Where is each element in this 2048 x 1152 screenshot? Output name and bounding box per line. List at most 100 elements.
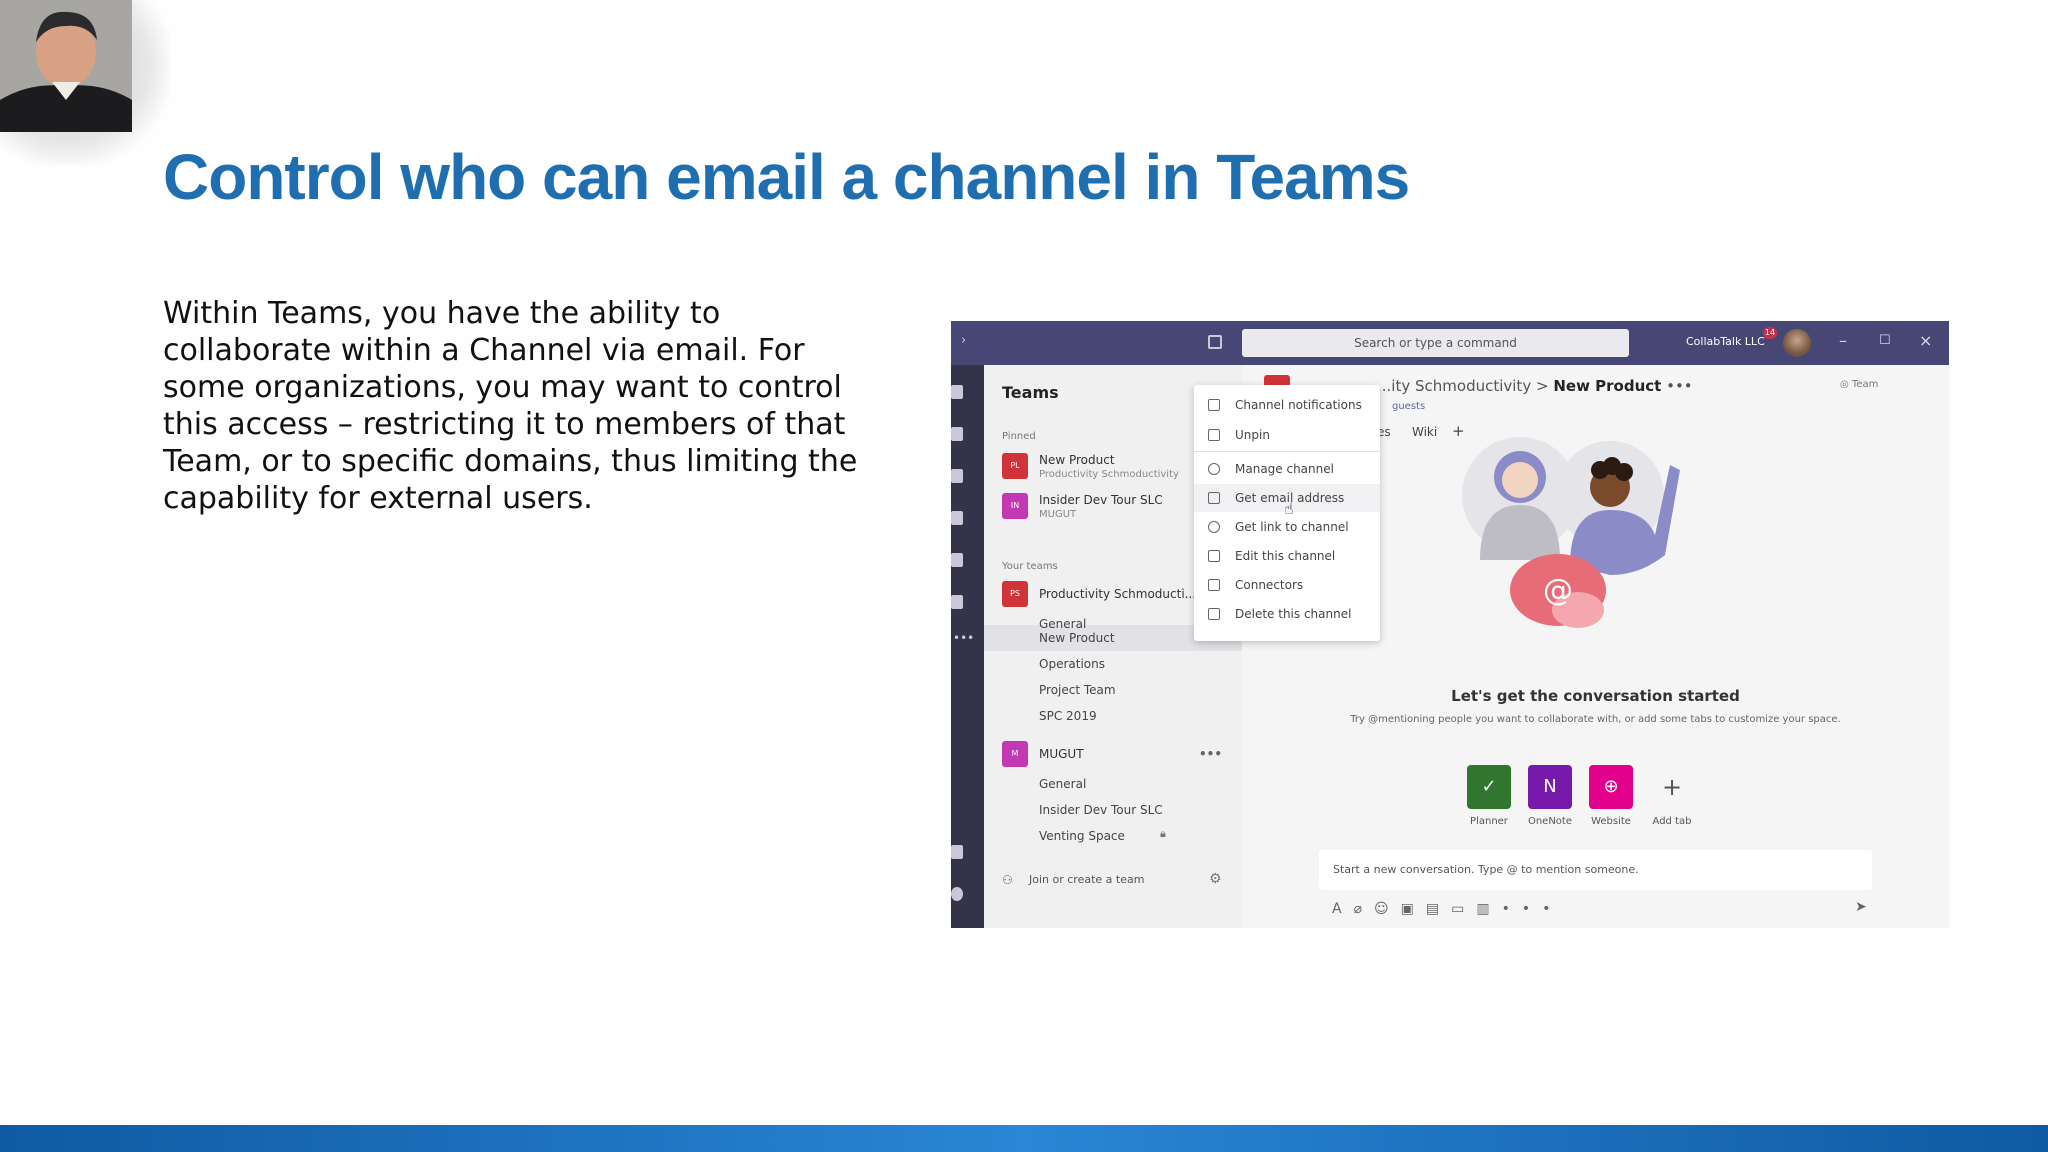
menu-item-edit-channel[interactable]: Edit this channel (1194, 542, 1380, 570)
convo-subtitle: Try @mentioning people you want to colla… (1350, 714, 1841, 725)
more-apps-icon[interactable]: ••• (953, 631, 974, 645)
website-icon[interactable]: ⊕ (1589, 765, 1633, 809)
compose-icon[interactable] (1208, 335, 1222, 349)
app-label-onenote: OneNote (1527, 816, 1573, 827)
menu-item-connectors[interactable]: Connectors (1194, 571, 1380, 599)
calls-icon[interactable] (951, 553, 963, 567)
footer-bar (0, 1125, 2048, 1152)
team-button[interactable]: ◎ Team (1840, 379, 1878, 390)
slide: Control who can email a channel in Teams… (0, 0, 2048, 1152)
add-tab-icon[interactable]: + (1650, 765, 1694, 809)
stream-icon[interactable]: ▥ (1476, 901, 1501, 917)
meet-icon[interactable]: ▭ (1451, 901, 1476, 917)
team-productivity[interactable]: Productivity Schmoducti... (1039, 587, 1196, 601)
channel-header-team[interactable]: ...ity Schmoductivity (1377, 377, 1531, 395)
panel-title: Teams (1002, 383, 1059, 402)
menu-item-delete-channel[interactable]: Delete this channel (1194, 600, 1380, 628)
mouse-cursor-icon: ☝ (1284, 499, 1294, 518)
activity-icon[interactable] (951, 385, 963, 399)
help-icon[interactable] (951, 887, 963, 901)
slide-body-text: Within Teams, you have the ability to co… (163, 296, 858, 516)
attach-icon[interactable]: ⌀ (1354, 901, 1374, 917)
channel-insider-dev-tour[interactable]: Insider Dev Tour SLC (1039, 803, 1163, 817)
avatar[interactable] (1783, 329, 1811, 357)
lock-icon: 🔒︎ (1160, 827, 1166, 840)
planner-icon[interactable]: ✓ (1467, 765, 1511, 809)
channel-project-team[interactable]: Project Team (1039, 683, 1116, 697)
convo-title: Let's get the conversation started (1451, 687, 1740, 705)
team-avatar: PS (1002, 581, 1028, 607)
link-icon (1208, 521, 1220, 533)
chevron-right-icon: › (961, 333, 967, 348)
onenote-icon[interactable]: N (1528, 765, 1572, 809)
team-mugut[interactable]: MUGUT (1039, 747, 1084, 761)
eye-icon: ◎ (1840, 379, 1852, 390)
slide-title: Control who can email a channel in Teams (163, 141, 1410, 213)
gif-icon[interactable]: ▣ (1401, 901, 1426, 917)
chat-icon[interactable] (951, 427, 963, 441)
emoji-icon[interactable]: ☺ (1374, 901, 1401, 917)
trash-icon (1208, 608, 1220, 620)
pinned-label: Pinned (1002, 431, 1036, 442)
menu-item-label: Delete this channel (1235, 607, 1352, 621)
send-icon[interactable]: ➤ (1855, 899, 1867, 915)
breadcrumb-separator: > (1535, 377, 1549, 395)
your-teams-label: Your teams (1002, 561, 1058, 572)
channel-general[interactable]: General (1039, 617, 1086, 631)
pencil-icon (1208, 550, 1220, 562)
channel-spc-2019[interactable]: SPC 2019 (1039, 709, 1097, 723)
teams-screenshot: › Search or type a command CollabTalk LL… (951, 321, 1949, 928)
calendar-icon[interactable] (951, 511, 963, 525)
menu-item-channel-notifications[interactable]: Channel notifications (1194, 391, 1380, 419)
svg-text:@: @ (1543, 573, 1573, 608)
envelope-icon (1208, 492, 1220, 504)
minimize-icon[interactable]: – (1839, 331, 1847, 350)
unpin-icon (1208, 429, 1220, 441)
menu-item-label: Connectors (1235, 578, 1304, 592)
menu-item-label: Unpin (1235, 428, 1270, 442)
channel-new-product[interactable]: New Product (1039, 631, 1115, 645)
channel-context-menu: Channel notifications Unpin Manage chann… (1194, 385, 1380, 641)
more-icon[interactable]: ••• (1502, 901, 1563, 917)
menu-item-manage-channel[interactable]: Manage channel (1194, 455, 1380, 483)
app-label-add-tab: Add tab (1652, 816, 1692, 827)
gear-icon (1208, 463, 1220, 475)
guests-link[interactable]: guests (1392, 401, 1425, 412)
menu-item-unpin[interactable]: Unpin (1194, 421, 1380, 449)
search-input[interactable]: Search or type a command (1242, 329, 1629, 357)
sticker-icon[interactable]: ▤ (1426, 901, 1451, 917)
channel-general[interactable]: General (1039, 777, 1086, 791)
notification-badge: 14 (1763, 327, 1777, 339)
channel-options-icon[interactable]: ••• (1666, 377, 1693, 395)
team-avatar: IN (1002, 493, 1028, 519)
format-icon[interactable]: A (1332, 901, 1354, 917)
message-composer[interactable]: Start a new conversation. Type @ to ment… (1319, 850, 1872, 890)
org-name[interactable]: CollabTalk LLC (1686, 335, 1765, 348)
teams-icon[interactable] (951, 469, 963, 483)
maximize-icon[interactable]: ☐ (1879, 333, 1891, 348)
app-label-website: Website (1591, 816, 1631, 827)
bell-icon (1208, 399, 1220, 411)
channel-operations[interactable]: Operations (1039, 657, 1105, 671)
menu-item-label: Manage channel (1235, 462, 1334, 476)
apps-icon[interactable] (951, 845, 963, 859)
menu-item-label: Get link to channel (1235, 520, 1349, 534)
presenter-photo (0, 0, 132, 132)
files-icon[interactable] (951, 595, 963, 609)
channel-header: ...ity Schmoductivity > New Product ••• (1377, 377, 1693, 395)
connector-icon (1208, 579, 1220, 591)
teams-title-bar: › Search or type a command CollabTalk LL… (951, 321, 1949, 365)
menu-divider (1194, 451, 1380, 452)
app-rail: ••• (951, 365, 984, 928)
pinned-channel-new-product[interactable]: New Product (1039, 453, 1115, 467)
tab-wiki[interactable]: Wiki (1412, 425, 1437, 439)
close-icon[interactable]: × (1919, 331, 1932, 350)
team-avatar: M (1002, 741, 1028, 767)
pinned-channel-insider-dev-tour[interactable]: Insider Dev Tour SLC (1039, 493, 1163, 507)
menu-item-label: Edit this channel (1235, 549, 1336, 563)
presenter-webcam (0, 0, 170, 165)
more-options-icon[interactable]: ••• (1199, 747, 1222, 761)
channel-venting-space[interactable]: Venting Space (1039, 829, 1125, 843)
gear-icon[interactable]: ⚙ (1209, 871, 1222, 887)
join-or-create-team[interactable]: Join or create a team (1029, 873, 1144, 886)
